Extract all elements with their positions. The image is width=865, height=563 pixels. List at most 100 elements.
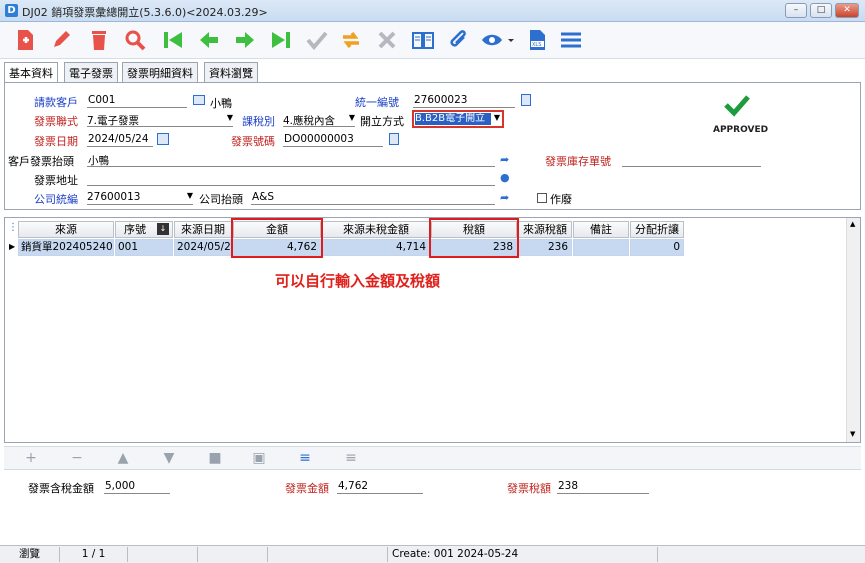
col-source-net[interactable]: 來源未稅金額 bbox=[322, 221, 430, 238]
invoice-date-field[interactable]: 2024/05/24 bbox=[87, 133, 153, 147]
company-title-field[interactable]: A&S bbox=[251, 191, 495, 205]
invoice-type-label: 發票聯式 bbox=[34, 115, 78, 128]
page-status: 1 / 1 bbox=[60, 547, 128, 562]
company-tax-value: 27600013 bbox=[87, 191, 141, 203]
title-bar: D DJ02 銷項發票彙總開立(5.3.6.0)<2024.03.29> – □… bbox=[0, 0, 865, 22]
invoice-no-field[interactable]: DO00000003 bbox=[283, 133, 383, 147]
amount-label: 發票金額 bbox=[285, 482, 329, 495]
maximize-button[interactable]: □ bbox=[810, 3, 832, 18]
cancel-icon[interactable] bbox=[372, 26, 402, 54]
menu-icon[interactable] bbox=[556, 26, 586, 54]
calendar-icon[interactable] bbox=[157, 133, 169, 145]
cell-source[interactable]: 銷貨單2024052400 bbox=[18, 239, 114, 256]
attach-icon[interactable] bbox=[444, 26, 474, 54]
issue-method-label: 開立方式 bbox=[360, 115, 404, 128]
void-checkbox[interactable] bbox=[537, 193, 547, 203]
highlight-amount bbox=[231, 218, 323, 258]
scroll-down-icon[interactable]: ▼ bbox=[850, 430, 855, 438]
status-blank bbox=[128, 547, 198, 562]
transfer-icon[interactable] bbox=[336, 26, 366, 54]
col-source-tax[interactable]: 來源稅額 bbox=[518, 221, 572, 238]
tab-detail[interactable]: 發票明細資料 bbox=[122, 62, 198, 82]
tree-icon[interactable]: ■ bbox=[206, 450, 224, 466]
grid-navigator: + − ▲ ▼ ■ ▣ ≡ ≡ bbox=[4, 446, 861, 470]
scroll-up-icon[interactable]: ▲ bbox=[850, 220, 855, 228]
sort-down-icon[interactable]: ↓ bbox=[157, 223, 169, 235]
view-icon[interactable] bbox=[478, 26, 518, 54]
void-label: 作廢 bbox=[550, 193, 572, 206]
add-row-icon[interactable]: + bbox=[22, 450, 40, 466]
prev-icon[interactable] bbox=[194, 26, 224, 54]
clipboard-icon[interactable] bbox=[389, 133, 399, 145]
customer-name: 小鴨 bbox=[210, 97, 232, 110]
company-title-label: 公司抬頭 bbox=[199, 193, 243, 206]
confirm-icon[interactable] bbox=[302, 26, 332, 54]
book-icon[interactable] bbox=[408, 26, 438, 54]
col-source-date[interactable]: 來源日期 bbox=[174, 221, 232, 238]
clipboard-icon[interactable] bbox=[521, 94, 531, 106]
cell-source-tax[interactable]: 236 bbox=[518, 239, 572, 256]
tax-class-value: 4.應稅內含 bbox=[283, 115, 336, 127]
checkmark-icon bbox=[723, 93, 751, 120]
search-icon[interactable] bbox=[120, 26, 150, 54]
move-up-icon[interactable]: ▲ bbox=[114, 450, 132, 466]
invoice-no-label: 發票號碼 bbox=[231, 135, 275, 148]
buyer-title-field[interactable]: 小鴨 bbox=[87, 153, 495, 167]
chevron-down-icon: ▼ bbox=[348, 113, 355, 122]
vertical-scrollbar[interactable]: ▲ ▼ bbox=[846, 218, 860, 442]
tab-browse[interactable]: 資料瀏覽 bbox=[204, 62, 258, 82]
new-icon[interactable] bbox=[10, 26, 40, 54]
tab-einvoice[interactable]: 電子發票 bbox=[64, 62, 118, 82]
issue-method-value: B.B2B電子開立 bbox=[415, 113, 491, 125]
delete-icon[interactable] bbox=[84, 26, 114, 54]
edit-icon[interactable] bbox=[46, 26, 76, 54]
chevron-down-icon: ▼ bbox=[493, 113, 500, 122]
minimize-button[interactable]: – bbox=[785, 3, 807, 18]
invoice-type-select[interactable]: 7.電子發票 ▼ bbox=[87, 113, 233, 127]
next-icon[interactable] bbox=[230, 26, 260, 54]
menu-icon[interactable]: ≡ bbox=[342, 450, 360, 466]
issue-method-select[interactable]: B.B2B電子開立 ▼ bbox=[412, 110, 504, 128]
status-blank bbox=[268, 547, 388, 562]
tax-id-label: 統一編號 bbox=[355, 96, 399, 109]
total-label: 發票含稅金額 bbox=[28, 482, 94, 495]
remove-row-icon[interactable]: − bbox=[68, 450, 86, 466]
tax-id-field[interactable]: 27600023 bbox=[413, 94, 515, 108]
cell-seq[interactable]: 001 bbox=[115, 239, 173, 256]
tab-basic[interactable]: 基本資料 bbox=[4, 62, 58, 83]
col-source[interactable]: 來源 bbox=[18, 221, 114, 238]
col-discount[interactable]: 分配折讓 bbox=[630, 221, 684, 238]
cell-source-net[interactable]: 4,714 bbox=[322, 239, 430, 256]
col-remark[interactable]: 備註 bbox=[573, 221, 629, 238]
first-icon[interactable] bbox=[158, 26, 188, 54]
pick-icon[interactable]: ➦ bbox=[500, 191, 509, 204]
stock-no-label: 發票庫存單號 bbox=[545, 155, 611, 168]
cell-discount[interactable]: 0 bbox=[630, 239, 684, 256]
list-icon[interactable]: ≡ bbox=[296, 450, 314, 466]
company-tax-select[interactable]: 27600013 ▼ bbox=[87, 191, 193, 205]
xls-icon[interactable]: XLS bbox=[522, 26, 552, 54]
customer-label: 請款客戶 bbox=[34, 96, 78, 109]
status-blank bbox=[198, 547, 268, 562]
save-row-icon[interactable]: ▣ bbox=[250, 450, 268, 466]
status-bar: 瀏覽 1 / 1 Create: 001 2024-05-24 bbox=[0, 545, 865, 563]
tax-class-select[interactable]: 4.應稅內含 ▼ bbox=[283, 113, 355, 127]
pick-icon[interactable]: ➦ bbox=[500, 153, 509, 166]
tax-field: 238 bbox=[557, 480, 649, 494]
tax-label: 發票稅額 bbox=[507, 482, 551, 495]
cell-source-date[interactable]: 2024/05/24 bbox=[174, 239, 232, 256]
approved-label: APPROVED bbox=[713, 125, 769, 135]
last-icon[interactable] bbox=[266, 26, 296, 54]
grid-menu-icon[interactable]: ⋮ bbox=[8, 222, 18, 238]
map-pin-icon[interactable]: ● bbox=[500, 171, 510, 184]
mode-status: 瀏覽 bbox=[0, 547, 60, 562]
address-field[interactable] bbox=[87, 172, 495, 186]
row-pointer-icon: ▶ bbox=[9, 242, 16, 251]
cell-remark[interactable] bbox=[573, 239, 629, 256]
customer-card-icon[interactable] bbox=[193, 95, 205, 105]
close-button[interactable]: ✕ bbox=[835, 3, 859, 18]
stock-no-field[interactable] bbox=[622, 153, 761, 167]
customer-code-field[interactable]: C001 bbox=[87, 94, 187, 108]
move-down-icon[interactable]: ▼ bbox=[160, 450, 178, 466]
create-status: Create: 001 2024-05-24 bbox=[388, 547, 658, 562]
